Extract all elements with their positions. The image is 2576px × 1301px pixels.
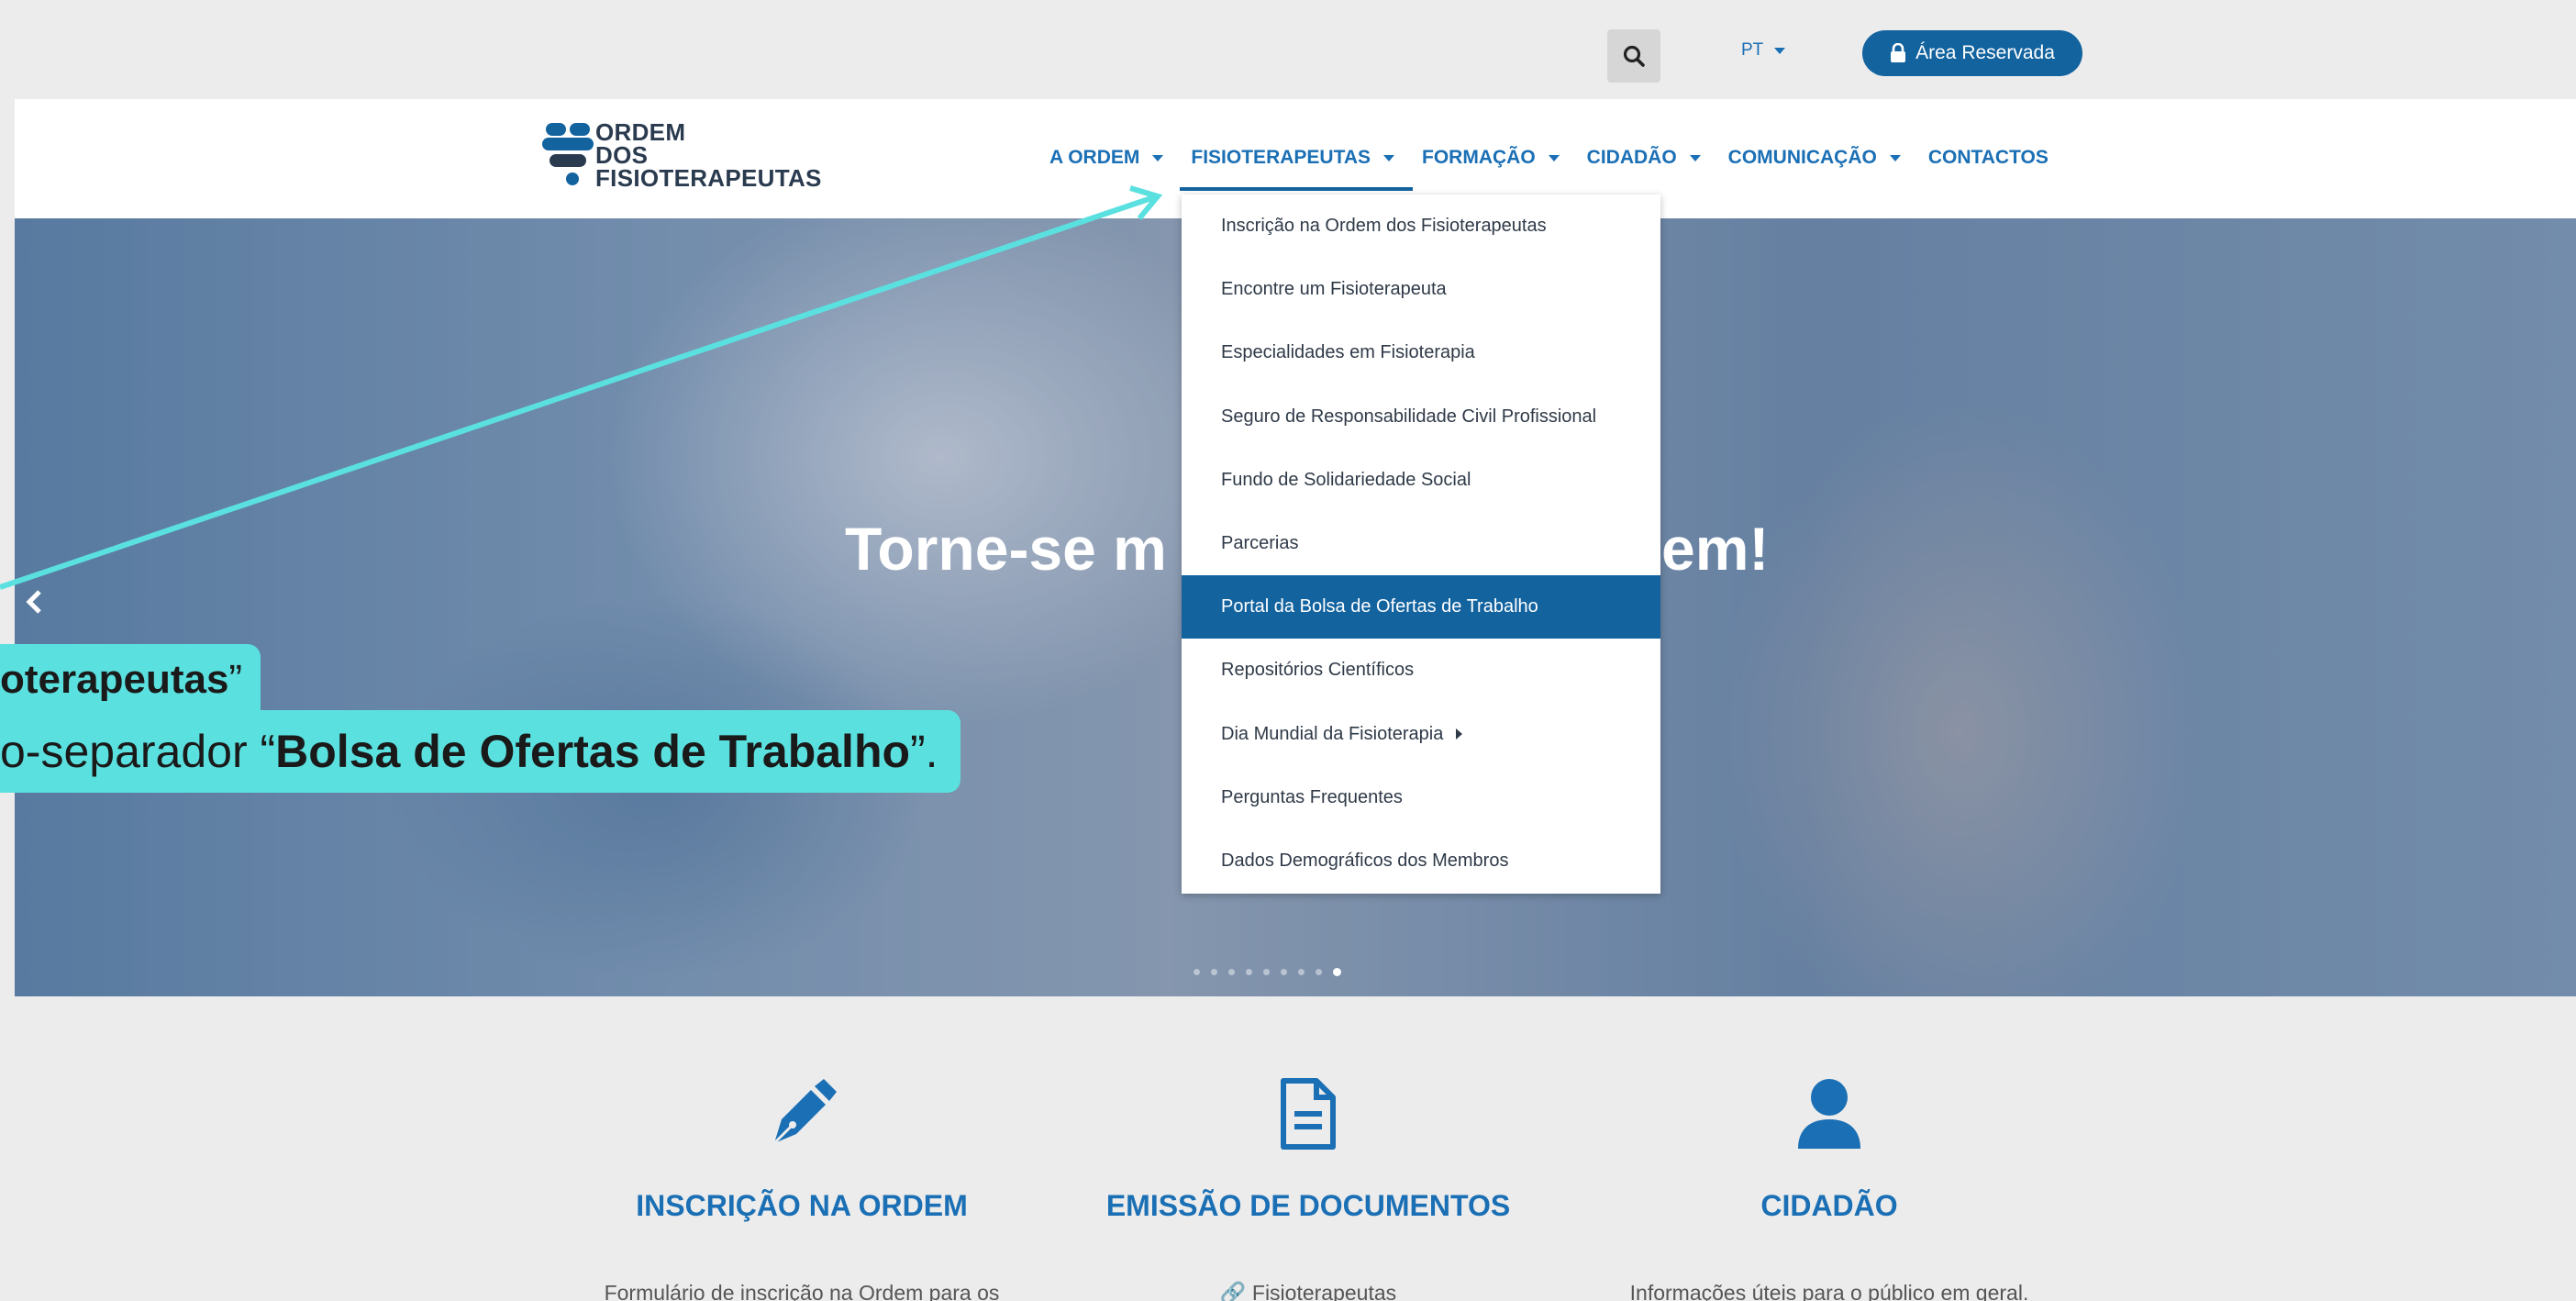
document-icon — [1281, 1078, 1336, 1150]
menu-cidadao-label: CIDADÃO — [1586, 147, 1677, 168]
slider-dot[interactable] — [1263, 969, 1270, 975]
dropdown-item-especialidades[interactable]: Especialidades em Fisioterapia — [1182, 321, 1660, 384]
site-logo[interactable]: ORDEM DOS FISIOTERAPEUTAS — [542, 116, 821, 207]
dropdown-item-parcerias[interactable]: Parcerias — [1182, 512, 1660, 575]
annotation-callout-line-2: o-separador “Bolsa de Ofertas de Trabalh… — [0, 710, 960, 793]
dropdown-item-repositorios[interactable]: Repositórios Científicos — [1182, 639, 1660, 702]
menu-contactos-label: CONTACTOS — [1927, 147, 2049, 168]
feature-inscricao-text: Formulário de inscrição na Ordem para os — [604, 1281, 1000, 1301]
dropdown-item-seguro[interactable]: Seguro de Responsabilidade Civil Profiss… — [1182, 385, 1660, 449]
submenu-arrow-icon — [1456, 728, 1463, 740]
chevron-left-icon — [26, 590, 41, 614]
menu-formacao[interactable]: FORMAÇÃO — [1422, 147, 1560, 169]
user-icon — [1798, 1079, 1860, 1149]
features-section: INSCRIÇÃO NA ORDEM Formulário de inscriç… — [15, 996, 2576, 1301]
annotation-callout-line-1: oterapeutas” — [0, 644, 261, 716]
dropdown-item-bolsa-ofertas[interactable]: Portal da Bolsa de Ofertas de Trabalho — [1182, 575, 1660, 639]
chevron-down-icon — [1774, 47, 1786, 54]
dropdown-item-perguntas[interactable]: Perguntas Frequentes — [1182, 766, 1660, 829]
search-button[interactable] — [1607, 29, 1660, 83]
chevron-down-icon — [1152, 154, 1164, 161]
page: { "topbar": { "lang": "PT", "reserved_la… — [0, 0, 2576, 1301]
menu-a-ordem[interactable]: A ORDEM — [1049, 147, 1164, 169]
menu-formacao-label: FORMAÇÃO — [1422, 147, 1536, 168]
dropdown-item-dados[interactable]: Dados Demográficos dos Membros — [1182, 829, 1660, 893]
slider-dot[interactable] — [1281, 969, 1287, 975]
chevron-down-icon — [1383, 154, 1395, 161]
chevron-down-icon — [1548, 154, 1560, 161]
lock-icon — [1891, 43, 1906, 62]
menu-comunicacao[interactable]: COMUNICAÇÃO — [1728, 147, 1901, 169]
slider-prev-button[interactable] — [24, 585, 44, 627]
dropdown-item-inscricao[interactable]: Inscrição na Ordem dos Fisioterapeutas — [1182, 195, 1660, 258]
menu-fisioterapeutas-label: FISIOTERAPEUTAS — [1191, 147, 1371, 168]
search-icon — [1623, 45, 1645, 67]
logo-line-3: FISIOTERAPEUTAS — [595, 164, 822, 192]
feature-emissao-link[interactable]: Fisioterapeutas — [1252, 1281, 1396, 1301]
slider-dot[interactable] — [1246, 969, 1252, 975]
dropdown-item-dia-mundial[interactable]: Dia Mundial da Fisioterapia — [1182, 703, 1660, 766]
hero-title-right: em! — [1661, 515, 1770, 583]
reserved-area-button[interactable]: Área Reservada — [1862, 30, 2082, 76]
slider-dot[interactable] — [1316, 969, 1322, 975]
menu-a-ordem-label: A ORDEM — [1049, 147, 1140, 168]
slider-dots — [1194, 968, 1341, 976]
menu-contactos[interactable]: CONTACTOS — [1928, 147, 2049, 169]
chevron-down-icon — [1889, 154, 1901, 161]
dropdown-item-encontre[interactable]: Encontre um Fisioterapeuta — [1182, 258, 1660, 321]
logo-text: ORDEM DOS FISIOTERAPEUTAS — [595, 120, 822, 192]
menu-comunicacao-label: COMUNICAÇÃO — [1727, 147, 1877, 168]
pen-icon — [772, 1079, 837, 1145]
feature-emissao-text: 🔗 Fisioterapeutas — [1033, 1281, 1583, 1301]
language-selector[interactable]: PT — [1741, 40, 1786, 61]
callout-text-2-end: ”. — [910, 726, 938, 777]
feature-emissao-title: EMISSÃO DE DOCUMENTOS — [1105, 1189, 1511, 1222]
menu-fisioterapeutas[interactable]: FISIOTERAPEUTAS — [1191, 147, 1395, 169]
callout-text-1-end: ” — [228, 657, 243, 702]
slider-dot[interactable] — [1194, 969, 1200, 975]
callout-bold-text-1: oterapeutas — [0, 657, 229, 702]
link-icon: 🔗 — [1219, 1281, 1252, 1301]
slider-dot[interactable] — [1228, 969, 1235, 975]
feature-cidadao-title: CIDADÃO — [1760, 1189, 1898, 1222]
chevron-down-icon — [1689, 154, 1701, 161]
slider-dot[interactable] — [1211, 969, 1217, 975]
dropdown-item-fundo[interactable]: Fundo de Solidariedade Social — [1182, 449, 1660, 512]
reserved-area-label: Área Reservada — [1915, 42, 2055, 63]
slider-dot-active[interactable] — [1333, 968, 1341, 976]
feature-cidadao-text: Informações úteis para o público em gera… — [1629, 1281, 2029, 1301]
top-utility-bar: PT Área Reservada — [15, 13, 2576, 99]
active-menu-indicator — [1180, 187, 1413, 191]
menu-cidadao[interactable]: CIDADÃO — [1587, 147, 1701, 169]
fisioterapeutas-dropdown: Inscrição na Ordem dos Fisioterapeutas E… — [1182, 195, 1660, 894]
primary-menu: A ORDEM FISIOTERAPEUTAS FORMAÇÃO CIDADÃO… — [1049, 147, 2049, 169]
logo-mark-icon — [542, 123, 594, 185]
callout-bold-text-2: Bolsa de Ofertas de Trabalho — [275, 726, 911, 777]
language-label: PT — [1741, 40, 1764, 60]
slider-dot[interactable] — [1298, 969, 1305, 975]
hero-title-left: Torne-se m — [845, 515, 1167, 583]
feature-inscricao-title: INSCRIÇÃO NA ORDEM — [636, 1189, 968, 1222]
callout-text-2-start: o-separador “ — [0, 726, 276, 777]
dropdown-item-dia-mundial-label: Dia Mundial da Fisioterapia — [1221, 723, 1444, 744]
